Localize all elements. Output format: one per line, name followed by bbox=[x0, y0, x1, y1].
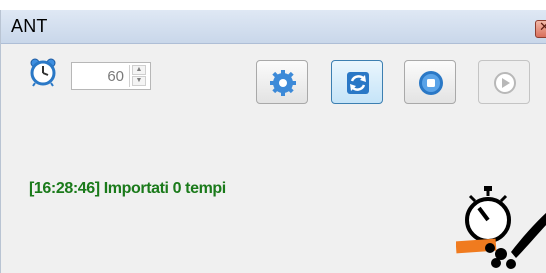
close-button[interactable]: ✕ bbox=[535, 20, 546, 38]
settings-button[interactable] bbox=[256, 60, 308, 104]
stepper-arrows: ▲ ▼ bbox=[129, 65, 148, 87]
stopwatch-logo bbox=[456, 186, 546, 269]
sync-button[interactable] bbox=[331, 60, 383, 104]
stepper-down-button[interactable]: ▼ bbox=[132, 76, 146, 86]
window-title: ANT bbox=[11, 16, 48, 36]
play-icon bbox=[494, 72, 516, 94]
play-button[interactable] bbox=[478, 60, 530, 104]
gear-icon bbox=[270, 70, 296, 96]
alarm-clock-icon bbox=[30, 58, 56, 87]
app-window: ANT ✕ 60 ▲ ▼ [16:28:46] Importati 0 temp… bbox=[0, 10, 546, 273]
sync-icon bbox=[347, 72, 369, 94]
close-icon: ✕ bbox=[539, 20, 546, 35]
interval-stepper[interactable]: 60 ▲ ▼ bbox=[71, 62, 151, 90]
stepper-up-button[interactable]: ▲ bbox=[132, 65, 146, 75]
title-bar: ANT ✕ bbox=[1, 10, 546, 44]
status-log: [16:28:46] Importati 0 tempi bbox=[29, 180, 226, 197]
stop-button[interactable] bbox=[404, 60, 456, 104]
stop-icon bbox=[419, 71, 443, 95]
interval-value[interactable]: 60 bbox=[107, 68, 124, 85]
